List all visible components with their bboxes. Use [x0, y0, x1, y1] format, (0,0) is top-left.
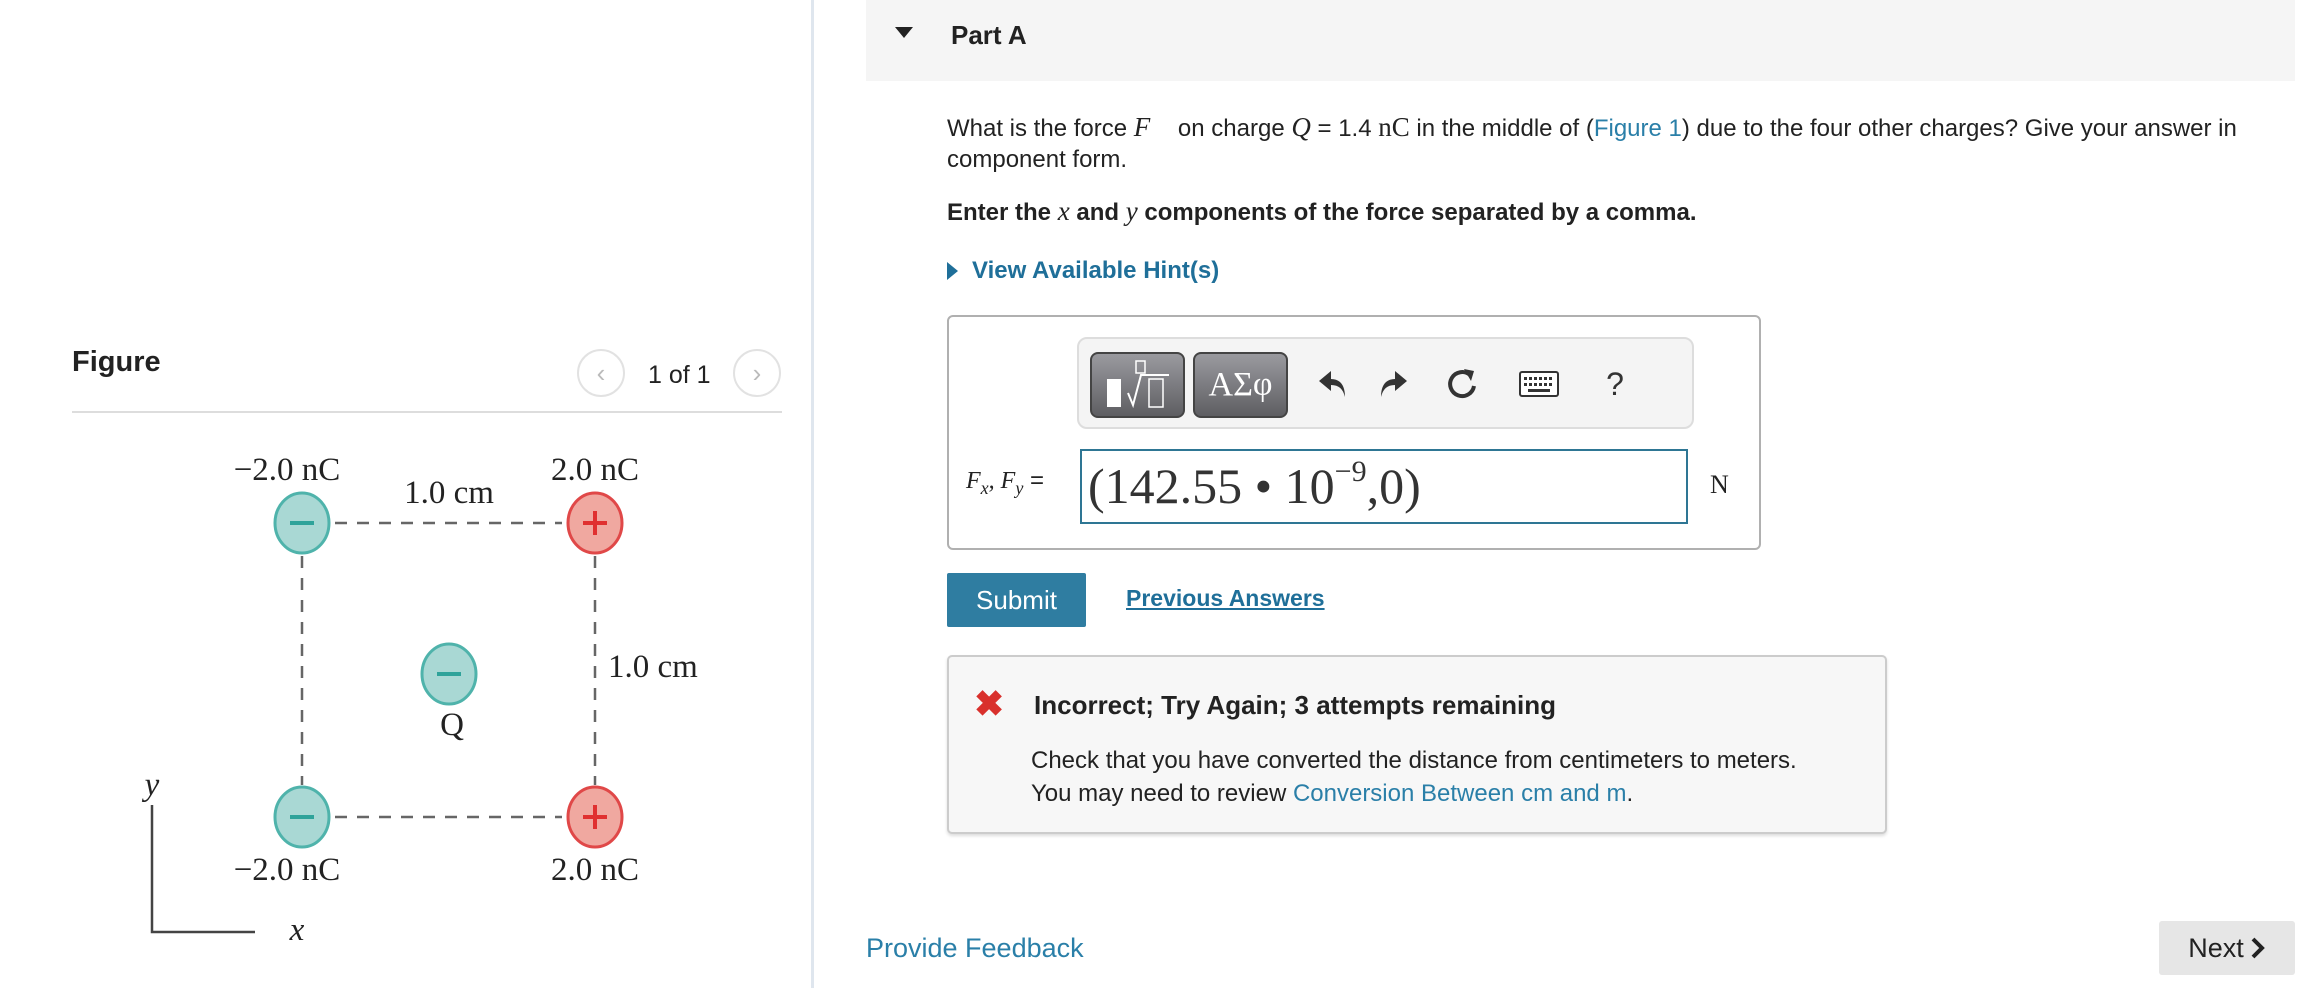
- instruction-text: Enter the x and y components of the forc…: [947, 196, 1696, 227]
- feedback-text: Check that you have converted the distan…: [1031, 744, 1797, 810]
- charge-q-center: [420, 642, 478, 706]
- question-segment: = 1.4: [1310, 115, 1379, 142]
- answer-input[interactable]: (142.55 • 10−9,0): [1080, 449, 1688, 524]
- keyboard-icon[interactable]: [1516, 361, 1562, 407]
- label-top-right-charge: 2.0 nC: [551, 452, 639, 488]
- symbols-button[interactable]: ΑΣφ: [1193, 352, 1288, 418]
- conversion-link[interactable]: Conversion Between cm and m: [1293, 780, 1627, 807]
- answer-value-tail: ,0): [1366, 458, 1421, 514]
- feedback-line: You may need to review Conversion Betwee…: [1031, 777, 1797, 810]
- previous-answers-link[interactable]: Previous Answers: [1126, 585, 1325, 612]
- y-symbol: y: [1125, 196, 1138, 226]
- negative-charge-bottom-left: [273, 785, 331, 849]
- label-x: x: [980, 477, 989, 498]
- label-center-charge: Q: [440, 707, 464, 743]
- chevron-right-icon: [2251, 937, 2265, 959]
- templates-button[interactable]: [1090, 352, 1185, 418]
- charge-unit: nC: [1378, 112, 1410, 142]
- collapse-triangle-icon[interactable]: [895, 27, 913, 38]
- feedback-title: Incorrect; Try Again; 3 attempts remaini…: [1034, 690, 1557, 720]
- axis-y-label: y: [142, 767, 160, 803]
- instruction-segment: and: [1069, 199, 1126, 226]
- answer-value-exponent: −9: [1334, 455, 1367, 488]
- submit-button[interactable]: Submit: [947, 573, 1086, 627]
- feedback-line: Check that you have converted the distan…: [1031, 747, 1797, 774]
- instruction-segment: Enter the: [947, 199, 1058, 226]
- feedback-segment: .: [1626, 780, 1634, 807]
- fraction-root-icon: [1106, 360, 1169, 409]
- question-segment: What is the force: [947, 115, 1134, 142]
- positive-charge-top-right: [566, 491, 624, 555]
- reset-icon[interactable]: [1439, 361, 1485, 407]
- next-label: Next: [2188, 932, 2244, 963]
- force-symbol: F⃗: [1133, 112, 1172, 142]
- charge-symbol: Q: [1291, 112, 1311, 142]
- label-spacing-right: 1.0 cm: [608, 649, 698, 685]
- redo-icon[interactable]: [1369, 361, 1415, 407]
- negative-charge-top-left: [273, 491, 331, 555]
- hint-label: View Available Hint(s): [972, 257, 1220, 284]
- incorrect-x-icon: ✖: [974, 683, 1005, 724]
- figure-link[interactable]: Figure 1: [1594, 115, 1682, 142]
- question-text: What is the force F⃗ on charge Q = 1.4 n…: [947, 112, 2247, 175]
- label-sep: ,: [988, 468, 1001, 494]
- label-top-left-charge: −2.0 nC: [234, 452, 341, 488]
- answer-label: Fx, Fy =: [966, 467, 1044, 499]
- label-bottom-left-charge: −2.0 nC: [234, 852, 341, 888]
- positive-charge-bottom-right: [566, 785, 624, 849]
- math-toolbar: ΑΣφ ?: [1077, 337, 1694, 429]
- label-f: F: [966, 468, 981, 494]
- charge-diagram: −2.0 nC 2.0 nC −2.0 nC 2.0 nC Q 1.0 cm 1…: [142, 452, 698, 948]
- provide-feedback-link[interactable]: Provide Feedback: [866, 933, 1084, 964]
- label-eq: =: [1023, 467, 1045, 494]
- undo-icon[interactable]: [1311, 361, 1357, 407]
- part-header[interactable]: [866, 0, 2295, 81]
- axis-x-label: x: [289, 912, 305, 948]
- next-button[interactable]: Next: [2159, 921, 2295, 975]
- label-bottom-right-charge: 2.0 nC: [551, 852, 639, 888]
- label-spacing-top: 1.0 cm: [404, 475, 494, 511]
- label-f: F: [1000, 468, 1016, 494]
- question-segment: in the middle of (: [1409, 115, 1594, 142]
- x-symbol: x: [1057, 196, 1070, 226]
- part-title: Part A: [951, 20, 1027, 50]
- instruction-segment: components of the force separated by a c…: [1137, 199, 1697, 226]
- expand-triangle-icon: [947, 262, 958, 280]
- answer-unit: N: [1710, 470, 1729, 499]
- view-hints-toggle[interactable]: View Available Hint(s): [947, 257, 1219, 285]
- help-button[interactable]: ?: [1592, 361, 1638, 407]
- answer-value-main: (142.55 • 10: [1088, 458, 1335, 514]
- question-segment: on charge: [1171, 115, 1292, 142]
- feedback-segment: You may need to review: [1031, 780, 1293, 807]
